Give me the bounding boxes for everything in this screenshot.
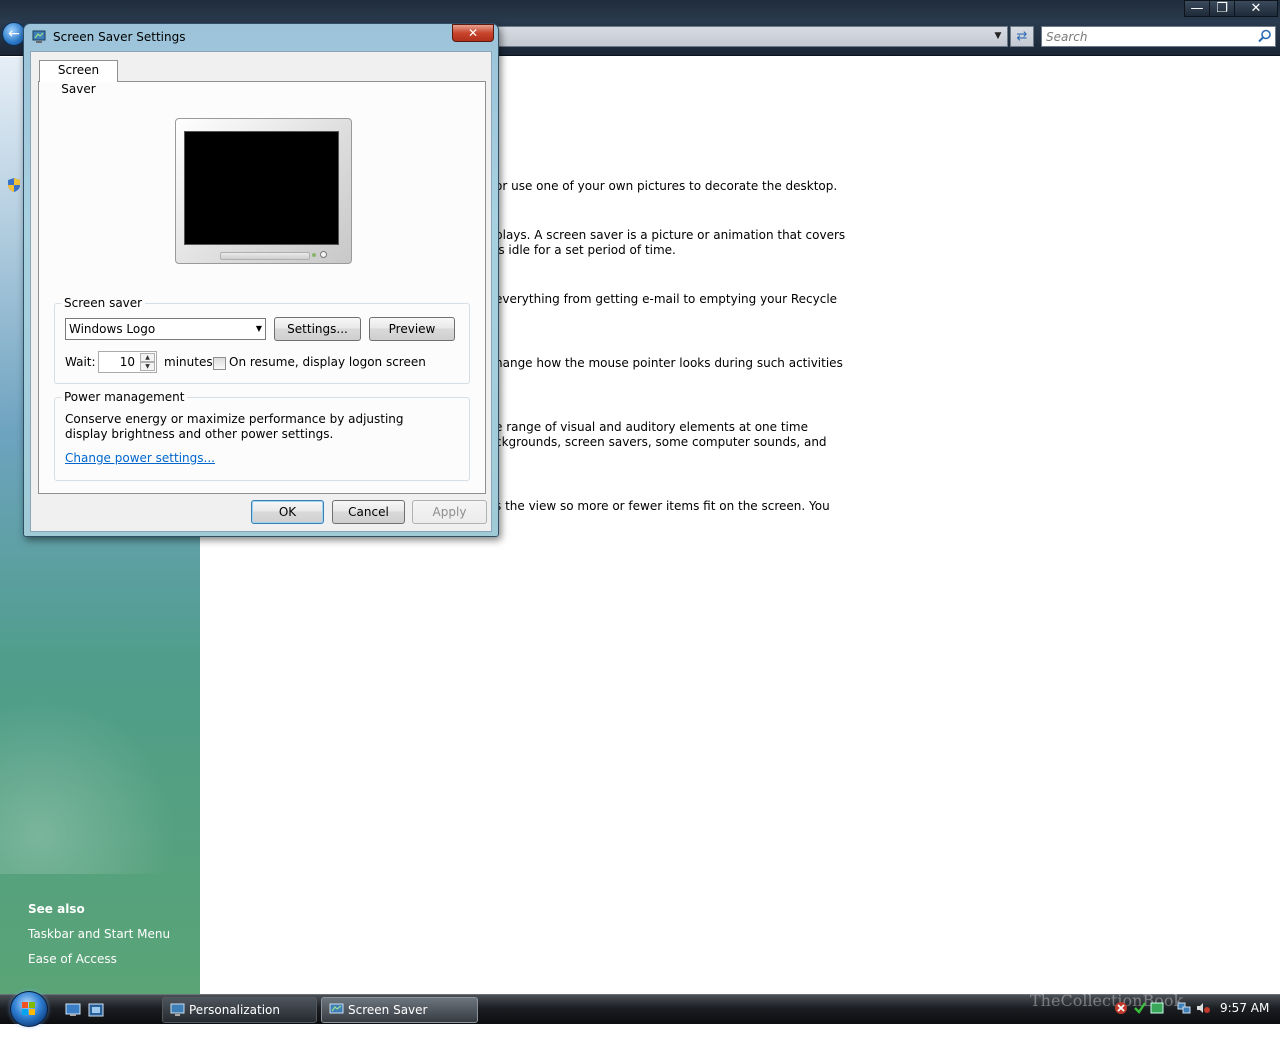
task-label: Personalization [189,1003,280,1017]
power-management-label: Power management [61,390,188,404]
clock[interactable]: 9:57 AM [1220,1001,1269,1015]
chevron-down-icon[interactable]: ▼ [256,319,262,339]
settings-button[interactable]: Settings... [274,317,361,341]
see-also-heading: See also [28,902,85,916]
wait-stepper[interactable]: 10 ▲ ▼ [98,351,157,373]
windows-flag-icon [22,1002,35,1015]
tab-panel: Screen saver Windows Logo ▼ Settings... … [38,81,486,494]
resume-logon-label[interactable]: On resume, display logon screen [229,355,426,369]
update-icon[interactable] [1150,1001,1164,1015]
security-alert-icon[interactable] [1114,1001,1128,1015]
resume-logon-checkbox[interactable] [213,357,226,370]
spin-down-icon[interactable]: ▼ [140,362,155,371]
spin-up-icon[interactable]: ▲ [140,353,155,362]
minutes-label: minutes [164,355,213,369]
screen-saver-description: plays. A screen saver is a picture or an… [495,228,846,242]
desktop-background-description: or use one of your own pictures to decor… [495,179,838,193]
wait-label: Wait: [65,355,96,369]
close-button[interactable]: ✕ [1234,0,1278,17]
theme-description-2: ckgrounds, screen savers, some computer … [495,435,827,449]
monitor-preview [175,118,352,264]
dialog-body: Screen Saver Screen saver Windows Logo ▼… [30,51,492,532]
preview-button[interactable]: Preview [369,317,455,341]
link-taskbar-start-menu[interactable]: Taskbar and Start Menu [28,927,170,941]
chevron-down-icon[interactable]: ▼ [991,28,1005,45]
dialog-title: Screen Saver Settings [53,30,186,44]
taskbar-item-screen-saver-settings[interactable]: Screen Saver Settings [321,997,478,1041]
taskbar-item-personalization[interactable]: Personalization [162,997,317,1023]
screen-saver-description-2: is idle for a set period of time. [495,243,676,257]
power-management-text: Conserve energy or maximize performance … [65,412,404,441]
maximize-button[interactable]: ❐ [1209,0,1235,17]
display-icon [329,1003,344,1014]
search-input[interactable] [1044,28,1249,45]
personalization-icon [170,1003,185,1016]
apply-button[interactable]: Apply [412,500,487,524]
cancel-button[interactable]: Cancel [332,500,405,524]
shield-icon [8,178,20,192]
display-settings-description: s the view so more or fewer items fit on… [495,499,830,513]
screen-saver-settings-dialog: Screen Saver Settings ✕ Screen Saver Scr… [23,23,499,537]
refresh-button[interactable]: ⇄ [1010,26,1034,47]
link-ease-of-access[interactable]: Ease of Access [28,952,117,966]
volume-muted-icon[interactable] [1196,1001,1210,1015]
tab-screen-saver[interactable]: Screen Saver [39,60,118,96]
switch-windows-icon[interactable] [88,1003,104,1017]
change-power-settings-link[interactable]: Change power settings... [65,451,215,465]
screen-saver-group-label: Screen saver [61,296,146,310]
ok-button[interactable]: OK [251,500,324,524]
show-desktop-icon[interactable] [65,1003,81,1017]
monitor-base [220,252,310,260]
power-management-group: Power management Conserve energy or maxi… [54,390,470,481]
preview-screen [184,131,339,245]
screen-saver-selected: Windows Logo [69,322,156,336]
search-icon[interactable] [1258,29,1272,43]
power-led-icon [312,253,316,257]
theme-description: e range of visual and auditory elements … [495,420,808,434]
display-icon [32,30,46,43]
search-box[interactable] [1041,26,1276,47]
mouse-pointers-description: hange how the mouse pointer looks during… [495,356,843,370]
start-button[interactable] [10,991,48,1027]
network-icon[interactable] [1177,1001,1191,1015]
minimize-button[interactable]: — [1184,0,1210,17]
close-icon[interactable]: ✕ [452,24,494,42]
wait-value[interactable]: 10 [120,355,135,369]
power-button-icon [320,251,327,258]
task-label: Screen Saver Settings [348,1003,428,1041]
screen-saver-group: Screen saver Windows Logo ▼ Settings... … [54,296,470,384]
screen-saver-select[interactable]: Windows Logo ▼ [65,318,266,340]
check-icon[interactable] [1133,1001,1147,1015]
sounds-description: everything from getting e-mail to emptyi… [495,292,838,306]
